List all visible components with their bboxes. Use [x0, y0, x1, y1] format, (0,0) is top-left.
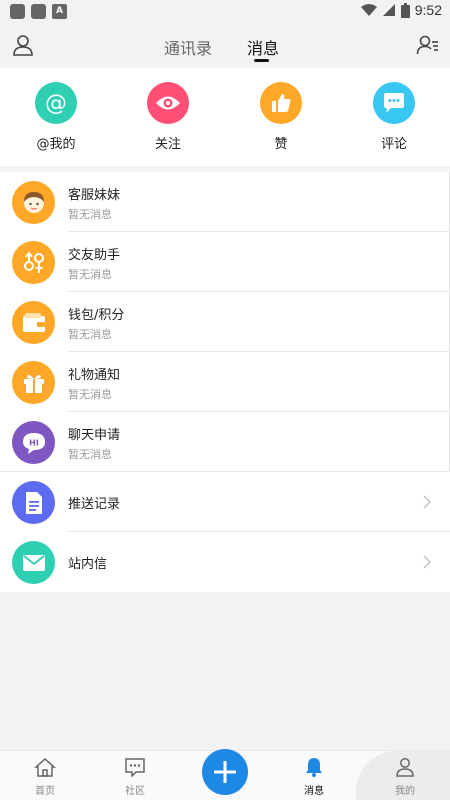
battery-icon	[400, 2, 410, 18]
message-preview: 暂无消息	[68, 388, 112, 401]
plus-icon	[214, 761, 236, 783]
message-title: 聊天申请	[68, 428, 121, 443]
nav-label: 消息	[304, 786, 324, 797]
support-girl-icon	[12, 181, 55, 224]
nav-home[interactable]: 首页	[20, 757, 70, 797]
profile-icon	[396, 758, 414, 777]
nav-profile[interactable]: 我的	[380, 757, 430, 797]
list-item-chat-request[interactable]: HI 聊天申请 暂无消息	[0, 412, 450, 472]
message-title: 客服妹妹	[68, 188, 121, 203]
quick-action-follow[interactable]: 关注	[128, 82, 208, 152]
clock: 9:52	[414, 2, 442, 18]
hi-chat-icon: HI	[12, 421, 55, 464]
quick-action-label: 评论	[380, 137, 407, 152]
message-preview: 暂无消息	[68, 268, 112, 281]
quick-action-mentions[interactable]: @ @我的	[16, 82, 96, 152]
bell-icon	[306, 758, 322, 777]
wallet-icon	[12, 301, 55, 344]
quick-actions: @ @我的 关注 赞 评论	[0, 68, 450, 166]
quick-action-likes[interactable]: 赞	[241, 82, 321, 152]
tab-contacts[interactable]: 通讯录	[164, 35, 212, 59]
home-icon	[34, 757, 56, 777]
list-item-customer-service[interactable]: 客服妹妹 暂无消息	[0, 172, 450, 232]
link-title: 站内信	[68, 557, 108, 572]
message-preview: 暂无消息	[68, 208, 112, 221]
quick-action-label: @我的	[36, 137, 76, 152]
thumbs-up-icon	[260, 82, 302, 124]
active-tab-indicator	[254, 59, 269, 62]
gender-icon	[12, 241, 55, 284]
signal-icon	[382, 4, 395, 16]
gift-icon	[12, 361, 55, 404]
message-list: 客服妹妹 暂无消息 交友助手 暂无消息 钱包/积分 暂无消息 礼物通知 暂无消息…	[0, 172, 450, 592]
list-item-friend-assistant[interactable]: 交友助手 暂无消息	[0, 232, 450, 292]
create-post-button[interactable]	[202, 749, 248, 795]
contact-settings-icon[interactable]	[416, 33, 440, 57]
list-item-push-history[interactable]: 推送记录	[0, 472, 450, 532]
quick-action-label: 赞	[274, 137, 288, 152]
svg-text:HI: HI	[29, 438, 39, 447]
list-item-gift-notice[interactable]: 礼物通知 暂无消息	[0, 352, 450, 412]
status-bar: A 9:52	[0, 0, 450, 24]
message-title: 礼物通知	[68, 368, 121, 383]
at-icon: @	[35, 82, 77, 124]
community-icon	[125, 758, 145, 778]
nav-label: 首页	[35, 786, 55, 797]
nav-community[interactable]: 社区	[110, 757, 160, 797]
notification-icon	[31, 4, 46, 19]
message-title: 交友助手	[68, 248, 121, 263]
notification-icon	[10, 4, 25, 19]
message-preview: 暂无消息	[68, 448, 112, 461]
top-bar: 通讯录 消息	[0, 24, 450, 68]
user-icon[interactable]	[11, 33, 35, 57]
quick-action-label: 关注	[154, 137, 181, 152]
nav-messages[interactable]: 消息	[289, 757, 339, 797]
chevron-right-icon	[423, 555, 432, 569]
chevron-right-icon	[423, 495, 432, 509]
mail-icon	[12, 541, 55, 584]
notification-badge: A	[52, 4, 67, 19]
message-preview: 暂无消息	[68, 328, 112, 341]
list-item-wallet-points[interactable]: 钱包/积分 暂无消息	[0, 292, 450, 352]
wifi-icon	[360, 4, 377, 16]
eye-icon	[147, 82, 189, 124]
comment-icon	[373, 82, 415, 124]
quick-action-comments[interactable]: 评论	[354, 82, 434, 152]
nav-label: 社区	[125, 786, 145, 797]
link-title: 推送记录	[68, 497, 121, 512]
list-item-inbox[interactable]: 站内信	[0, 532, 450, 592]
tab-messages[interactable]: 消息	[247, 35, 279, 59]
nav-label: 我的	[395, 786, 415, 797]
message-title: 钱包/积分	[68, 308, 125, 323]
bottom-nav: 首页 社区 消息 我的	[0, 749, 450, 800]
document-icon	[12, 481, 55, 524]
